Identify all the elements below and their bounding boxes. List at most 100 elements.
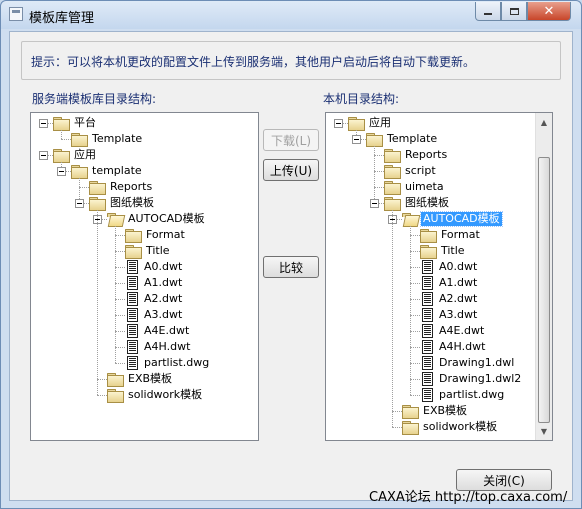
tree-item-label: A3.dwt	[439, 308, 478, 321]
local-tree-scrollbar[interactable]: ▲ ▼	[535, 113, 552, 440]
scroll-thumb[interactable]	[538, 157, 550, 423]
tree-item[interactable]: partlist.dwg	[420, 387, 506, 403]
tree-connector	[392, 411, 402, 412]
tree-item[interactable]: Title	[420, 243, 467, 259]
tree-item[interactable]: EXB模板	[402, 403, 469, 419]
tree-connector	[410, 331, 420, 332]
title-bar[interactable]: 模板库管理 ✕	[1, 1, 581, 29]
maximize-icon	[509, 7, 519, 15]
tree-item[interactable]: A2.dwt	[420, 291, 479, 307]
maximize-button[interactable]	[501, 2, 527, 21]
tree-item-label: AUTOCAD模板	[420, 211, 503, 227]
tree-item[interactable]: uimeta	[384, 179, 446, 195]
tree-item[interactable]: partlist.dwg	[125, 355, 211, 371]
tree-collapse-icon[interactable]	[75, 199, 84, 208]
scroll-down-arrow-icon[interactable]: ▼	[536, 423, 552, 439]
tree-item-label: Format	[441, 228, 480, 241]
tree-connector	[410, 226, 411, 395]
tree-collapse-icon[interactable]	[352, 135, 361, 144]
tree-item[interactable]: A4E.dwt	[125, 323, 191, 339]
tree-item[interactable]: 图纸模板	[89, 195, 156, 211]
tree-item[interactable]: A4H.dwt	[125, 339, 192, 355]
tree-collapse-icon[interactable]	[39, 151, 48, 160]
local-tree[interactable]: ▲ ▼ 应用 Template Reports script uimeta 图纸模板 AUT…	[325, 112, 553, 441]
tree-item[interactable]: Format	[420, 227, 482, 243]
minimize-button[interactable]	[475, 2, 501, 21]
tree-item[interactable]: Drawing1.dwl2	[420, 371, 523, 387]
file-icon	[422, 308, 433, 322]
tree-item[interactable]: A1.dwt	[125, 275, 184, 291]
tree-item[interactable]: 平台	[53, 115, 98, 131]
file-icon	[422, 340, 433, 354]
watermark-text: CAXA论坛 http://top.caxa.com/	[369, 490, 568, 505]
tree-item[interactable]: Format	[125, 227, 187, 243]
tree-item[interactable]: A4E.dwt	[420, 323, 486, 339]
tree-item-label: template	[92, 164, 142, 177]
tree-item[interactable]: A0.dwt	[125, 259, 184, 275]
download-button[interactable]: 下载(L)	[263, 129, 319, 151]
upload-button[interactable]: 上传(U)	[263, 159, 319, 181]
tree-connector	[115, 267, 125, 268]
file-icon	[422, 324, 433, 338]
folder-icon	[125, 228, 142, 243]
tree-item[interactable]: AUTOCAD模板	[107, 211, 207, 227]
window-close-button[interactable]: ✕	[527, 2, 571, 21]
hint-text: 提示：可以将本机更改的配置文件上传到服务端，其他用户启动后将自动下载更新。	[31, 55, 476, 69]
folder-icon	[402, 404, 419, 419]
scroll-up-arrow-icon[interactable]: ▲	[536, 114, 552, 130]
tree-item-label: EXB模板	[423, 404, 468, 417]
server-tree[interactable]: 平台 Template 应用 template Reports 图纸模板 AUTOCAD模板…	[30, 112, 259, 441]
tree-item[interactable]: Template	[366, 131, 439, 147]
tree-item[interactable]: Title	[125, 243, 172, 259]
tree-item[interactable]: template	[71, 163, 144, 179]
tree-connector	[97, 379, 107, 380]
tree-connector	[392, 210, 393, 427]
tree-item-label: partlist.dwg	[144, 356, 210, 369]
tree-connector	[97, 210, 98, 395]
tree-item-label: A1.dwt	[144, 276, 183, 289]
folder-icon	[366, 132, 383, 147]
tree-item[interactable]: solidwork模板	[402, 419, 499, 435]
tree-item-label: Title	[146, 244, 170, 257]
tree-item[interactable]: AUTOCAD模板	[402, 211, 503, 227]
minimize-icon	[484, 13, 492, 15]
tree-item[interactable]: A4H.dwt	[420, 339, 487, 355]
tree-item-label: Drawing1.dwl	[439, 356, 515, 369]
tree-item[interactable]: 图纸模板	[384, 195, 451, 211]
folder-icon	[384, 180, 401, 195]
tree-connector	[115, 299, 125, 300]
tree-item[interactable]: A3.dwt	[420, 307, 479, 323]
tree-item[interactable]: solidwork模板	[107, 387, 204, 403]
tree-collapse-icon[interactable]	[39, 119, 48, 128]
tree-item-label: Reports	[110, 180, 153, 193]
app-icon	[9, 7, 23, 21]
tree-connector	[392, 427, 402, 428]
tree-item[interactable]: Reports	[384, 147, 449, 163]
tree-item[interactable]: A1.dwt	[420, 275, 479, 291]
tree-item[interactable]: EXB模板	[107, 371, 174, 387]
compare-button[interactable]: 比较	[263, 256, 319, 278]
tree-item[interactable]: 应用	[348, 115, 393, 131]
tree-connector	[410, 347, 420, 348]
tree-item[interactable]: 应用	[53, 147, 98, 163]
tree-collapse-icon[interactable]	[57, 167, 66, 176]
file-icon	[422, 260, 433, 274]
file-icon	[127, 356, 138, 370]
tree-collapse-icon[interactable]	[334, 119, 343, 128]
tree-item-label: solidwork模板	[423, 420, 498, 433]
file-icon	[127, 292, 138, 306]
tree-item[interactable]: script	[384, 163, 438, 179]
tree-item[interactable]: A0.dwt	[420, 259, 479, 275]
tree-connector	[115, 363, 125, 364]
tree-item[interactable]: A2.dwt	[125, 291, 184, 307]
folder-icon	[420, 244, 437, 259]
tree-item-label: script	[405, 164, 436, 177]
tree-item[interactable]: Drawing1.dwl	[420, 355, 516, 371]
tree-item[interactable]: Template	[71, 131, 144, 147]
tree-item[interactable]: Reports	[89, 179, 154, 195]
tree-item[interactable]: A3.dwt	[125, 307, 184, 323]
tree-connector	[410, 363, 420, 364]
tree-connector	[61, 130, 62, 139]
hint-groupbox: 提示：可以将本机更改的配置文件上传到服务端，其他用户启动后将自动下载更新。	[21, 41, 561, 80]
tree-collapse-icon[interactable]	[370, 199, 379, 208]
